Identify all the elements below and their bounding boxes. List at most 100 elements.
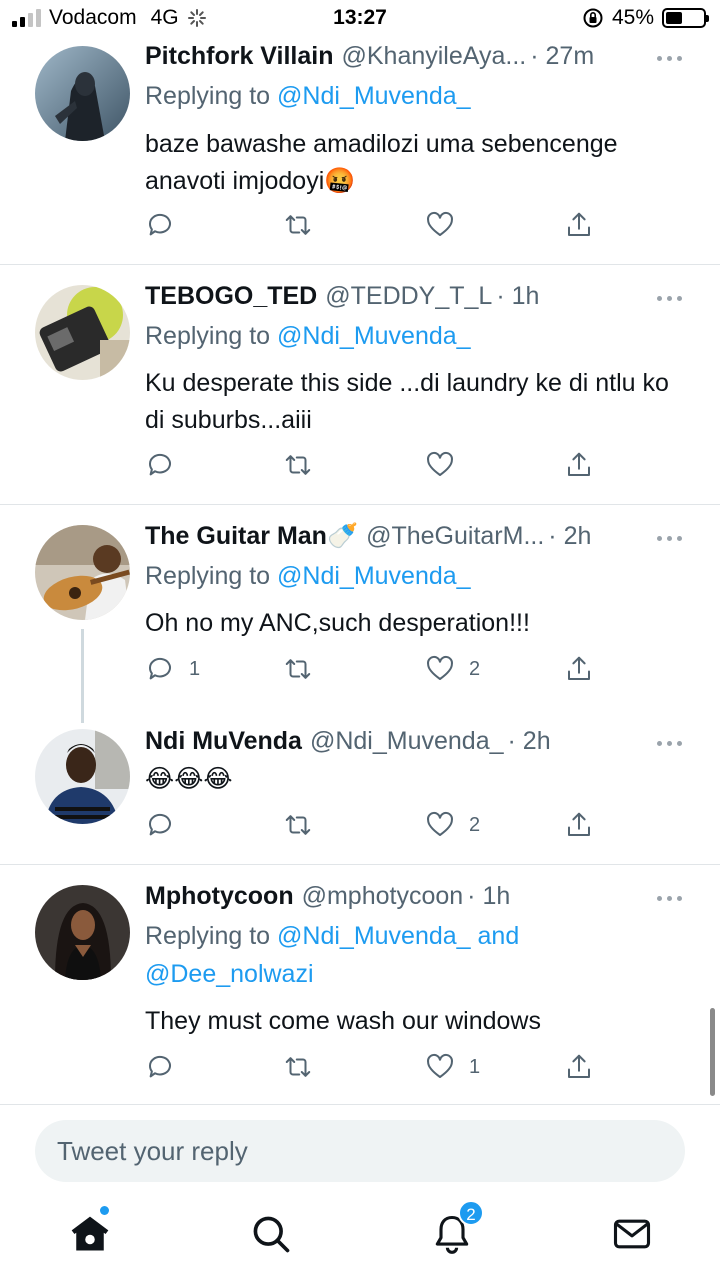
heart-icon: [427, 655, 453, 680]
share-button[interactable]: [564, 1052, 594, 1082]
mention-link[interactable]: @Ndi_Muvenda_: [277, 82, 471, 110]
reply-button[interactable]: [145, 450, 189, 480]
retweet-button[interactable]: [283, 654, 313, 684]
tweet-text: baze bawashe amadilozi uma sebencenge an…: [145, 130, 618, 195]
share-button[interactable]: [564, 654, 594, 684]
tweet-item[interactable]: Ndi MuVenda @Ndi_Muvenda_ · 2h 😂😂😂 2: [0, 725, 720, 865]
home-unread-dot: [100, 1206, 109, 1215]
tweet-actions: [145, 450, 615, 482]
battery-info: 45%: [582, 6, 709, 30]
like-button[interactable]: 1: [425, 1052, 480, 1082]
mail-icon: [613, 1219, 651, 1249]
retweet-icon: [285, 455, 311, 475]
tweet-item[interactable]: Mphotycoon @mphotycoon · 1h Replying to …: [0, 865, 720, 1105]
scrollbar[interactable]: [710, 1008, 715, 1096]
avatar[interactable]: [35, 729, 130, 824]
tweet-time[interactable]: · 1h: [496, 282, 539, 311]
notifications-tab[interactable]: 2: [430, 1200, 484, 1256]
replying-to-label: Replying to: [145, 562, 278, 590]
user-handle[interactable]: @KhanyileAya...: [341, 42, 526, 71]
retweet-icon: [285, 659, 311, 679]
home-icon: [71, 1216, 109, 1251]
display-name[interactable]: Mphotycoon: [145, 882, 294, 911]
avatar[interactable]: [35, 46, 130, 141]
like-button[interactable]: 2: [425, 654, 480, 684]
share-icon: [568, 212, 590, 236]
tweet-header: The Guitar Man🍼 @TheGuitarM... · 2h: [145, 522, 706, 551]
more-options-icon[interactable]: [657, 56, 682, 61]
more-options-icon[interactable]: [657, 536, 682, 541]
messages-tab[interactable]: [610, 1212, 654, 1256]
tweet-actions: 2: [145, 810, 615, 842]
tweet-item[interactable]: TEBOGO_TED @TEDDY_T_L · 1h Replying to @…: [0, 265, 720, 505]
heart-icon: [427, 811, 453, 836]
tweet-header: TEBOGO_TED @TEDDY_T_L · 1h: [145, 282, 706, 311]
avatar[interactable]: [35, 285, 130, 380]
home-tab[interactable]: [68, 1206, 112, 1256]
heart-icon: [427, 451, 453, 476]
tweet-actions: 1 2: [145, 654, 615, 686]
tweet-header: Pitchfork Villain @KhanyileAya... · 27m: [145, 42, 706, 71]
retweet-button[interactable]: [283, 450, 313, 480]
share-icon: [568, 1054, 590, 1078]
avatar[interactable]: [35, 885, 130, 980]
tweet-reply-input[interactable]: Tweet your reply: [35, 1120, 685, 1182]
tweet-actions: [145, 210, 615, 242]
user-handle[interactable]: @Ndi_Muvenda_: [310, 727, 504, 756]
display-name[interactable]: Ndi MuVenda: [145, 727, 302, 756]
tweet-time[interactable]: · 1h: [467, 882, 510, 911]
replying-to: Replying to @Ndi_Muvenda_ and: [145, 922, 519, 951]
search-tab[interactable]: [249, 1212, 293, 1256]
retweet-button[interactable]: [283, 1052, 313, 1082]
notification-badge: 2: [458, 1200, 484, 1226]
retweet-button[interactable]: [283, 810, 313, 840]
share-button[interactable]: [564, 450, 594, 480]
like-count: 2: [469, 657, 481, 680]
mention-link[interactable]: @Ndi_Muvenda_: [277, 562, 471, 590]
retweet-icon: [285, 815, 311, 835]
user-handle[interactable]: @mphotycoon: [302, 882, 464, 911]
tweet-text: They must come wash our windows: [145, 1007, 541, 1035]
replying-to-label: Replying to: [145, 322, 278, 350]
replying-to-label: Replying to: [145, 82, 278, 110]
share-button[interactable]: [564, 210, 594, 240]
mention-link[interactable]: @Ndi_Muvenda_: [277, 322, 471, 350]
display-name[interactable]: The Guitar Man🍼: [145, 522, 358, 551]
tweet-item[interactable]: The Guitar Man🍼 @TheGuitarM... · 2h Repl…: [0, 505, 720, 725]
retweet-button[interactable]: [283, 210, 313, 240]
tweet-time[interactable]: · 2h: [508, 727, 551, 756]
avatar[interactable]: [35, 525, 130, 620]
replying-to: Replying to @Ndi_Muvenda_: [145, 82, 471, 111]
tweet-time[interactable]: · 27m: [530, 42, 594, 71]
user-handle[interactable]: @TheGuitarM...: [366, 522, 544, 551]
tweet-item[interactable]: Pitchfork Villain @KhanyileAya... · 27m …: [0, 38, 720, 265]
share-icon: [568, 452, 590, 476]
reply-icon: [148, 1055, 171, 1078]
reply-button[interactable]: [145, 210, 189, 240]
more-options-icon[interactable]: [657, 741, 682, 746]
like-button[interactable]: [425, 210, 469, 240]
orientation-lock-icon: [583, 8, 603, 28]
reply-count: 1: [189, 657, 201, 680]
like-button[interactable]: [425, 450, 469, 480]
reply-icon: [148, 813, 171, 836]
battery-icon: [662, 8, 709, 28]
share-icon: [568, 656, 590, 680]
heart-icon: [427, 211, 453, 236]
battery-percent: 45%: [611, 6, 654, 29]
reply-icon: [148, 453, 171, 476]
more-options-icon[interactable]: [657, 896, 682, 901]
more-options-icon[interactable]: [657, 296, 682, 301]
user-handle[interactable]: @TEDDY_T_L: [325, 282, 492, 311]
mention-link[interactable]: @Dee_nolwazi: [145, 960, 314, 988]
reply-button[interactable]: [145, 810, 189, 840]
like-button[interactable]: 2: [425, 810, 480, 840]
replying-to-label: Replying to: [145, 922, 278, 950]
display-name[interactable]: Pitchfork Villain: [145, 42, 333, 71]
share-button[interactable]: [564, 810, 594, 840]
mention-link[interactable]: @Ndi_Muvenda_ and: [277, 922, 519, 950]
display-name[interactable]: TEBOGO_TED: [145, 282, 317, 311]
tweet-time[interactable]: · 2h: [548, 522, 591, 551]
reply-button[interactable]: 1: [145, 654, 200, 684]
reply-button[interactable]: [145, 1052, 189, 1082]
